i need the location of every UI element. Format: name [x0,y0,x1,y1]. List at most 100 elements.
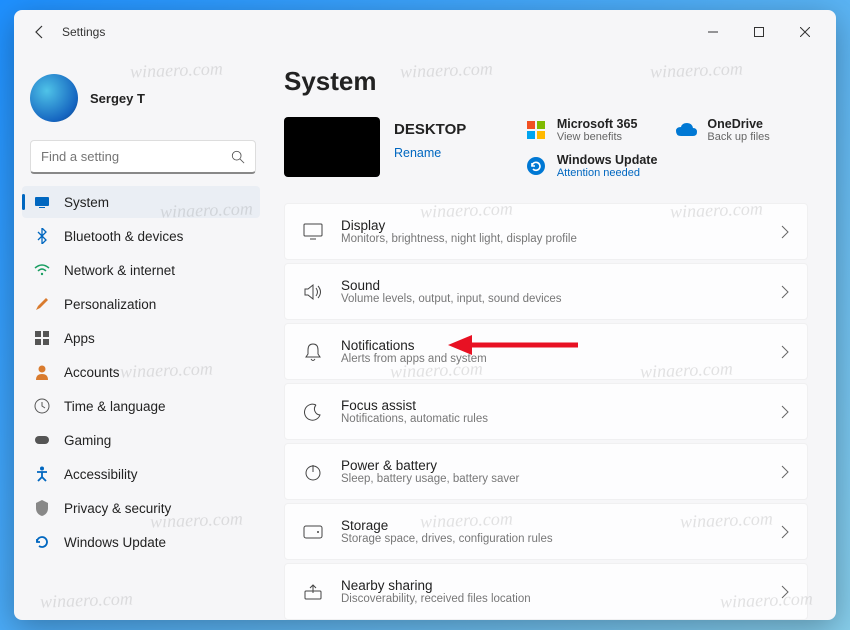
watermark: winaero.com [650,58,744,82]
search-input[interactable] [41,149,231,164]
minimize-button[interactable] [690,16,736,48]
card-title: Notifications [341,338,763,353]
card-sub: Notifications, automatic rules [341,413,763,425]
back-button[interactable] [30,22,50,42]
display-icon [34,194,50,210]
nav-label: Windows Update [64,535,166,550]
tile-title: Microsoft 365 [557,117,638,131]
watermark: winaero.com [420,508,514,532]
accessibility-icon [34,466,50,482]
nav-windows-update[interactable]: Windows Update [22,526,260,558]
maximize-button[interactable] [736,16,782,48]
speaker-icon [303,282,323,302]
rename-link[interactable]: Rename [394,146,466,160]
titlebar: Settings [14,10,836,54]
nav-label: Accessibility [64,467,138,482]
nav-label: Time & language [64,399,166,414]
nav-time-language[interactable]: Time & language [22,390,260,422]
shield-icon [34,500,50,516]
nav-label: Accounts [64,365,120,380]
chevron-right-icon [781,345,789,359]
update-circle-icon [525,155,547,177]
maximize-icon [754,27,764,37]
person-icon [34,364,50,380]
device-name: DESKTOP [394,121,466,138]
nav-network[interactable]: Network & internet [22,254,260,286]
close-icon [800,27,810,37]
drive-icon [303,522,323,542]
power-icon [303,462,323,482]
card-sub: Storage space, drives, configuration rul… [341,533,763,545]
moon-icon [303,402,323,422]
card-title: Nearby sharing [341,578,763,593]
monitor-icon [303,222,323,242]
bluetooth-icon [34,228,50,244]
main-panel: System DESKTOP Rename Microsoft 365View … [264,54,836,620]
tile-title: Windows Update [557,153,658,167]
brush-icon [34,296,50,312]
chevron-right-icon [781,285,789,299]
chevron-right-icon [781,225,789,239]
nav-label: Bluetooth & devices [64,229,183,244]
tile-sub: View benefits [557,131,638,143]
device-block: DESKTOP Rename [284,117,466,179]
nav-accessibility[interactable]: Accessibility [22,458,260,490]
nav-bluetooth[interactable]: Bluetooth & devices [22,220,260,252]
card-title: Focus assist [341,398,763,413]
ms365-icon [525,119,547,141]
minimize-icon [708,27,718,37]
card-title: Power & battery [341,458,763,473]
search-box[interactable] [30,140,256,174]
card-focus-assist[interactable]: Focus assistNotifications, automatic rul… [284,383,808,440]
wifi-icon [34,262,50,278]
apps-icon [34,330,50,346]
watermark: winaero.com [420,198,514,222]
nav-label: Apps [64,331,95,346]
nav-label: Personalization [64,297,156,312]
card-power[interactable]: Power & batterySleep, battery usage, bat… [284,443,808,500]
watermark: winaero.com [40,588,134,612]
watermark: winaero.com [130,58,224,82]
watermark: winaero.com [670,198,764,222]
tile-onedrive[interactable]: OneDriveBack up files [675,117,808,143]
card-sub: Discoverability, received files location [341,593,763,605]
close-button[interactable] [782,16,828,48]
window-title: Settings [62,25,105,39]
update-icon [34,534,50,550]
nav-label: System [64,195,109,210]
chevron-right-icon [781,465,789,479]
card-title: Sound [341,278,763,293]
tile-sub: Attention needed [557,167,658,179]
tile-windows-update[interactable]: Windows UpdateAttention needed [525,153,658,179]
watermark: winaero.com [390,358,484,382]
nav-personalization[interactable]: Personalization [22,288,260,320]
avatar [30,74,78,122]
watermark: winaero.com [160,198,254,222]
user-name: Sergey T [90,91,145,106]
chevron-right-icon [781,405,789,419]
watermark: winaero.com [720,588,814,612]
gamepad-icon [34,432,50,448]
sidebar: Sergey T System Bluetooth & devices Netw… [14,54,264,620]
arrow-left-icon [32,24,48,40]
settings-cards: DisplayMonitors, brightness, night light… [284,203,808,620]
tile-ms365[interactable]: Microsoft 365View benefits [525,117,658,143]
watermark: winaero.com [400,58,494,82]
card-sub: Volume levels, output, input, sound devi… [341,293,763,305]
card-sub: Monitors, brightness, night light, displ… [341,233,763,245]
share-icon [303,582,323,602]
nav-gaming[interactable]: Gaming [22,424,260,456]
tile-sub: Back up files [707,131,769,143]
chevron-right-icon [781,525,789,539]
nav-apps[interactable]: Apps [22,322,260,354]
card-sub: Sleep, battery usage, battery saver [341,473,763,485]
nav-label: Network & internet [64,263,175,278]
bell-icon [303,342,323,362]
nav-label: Gaming [64,433,111,448]
tile-title: OneDrive [707,117,769,131]
watermark: winaero.com [120,358,214,382]
cloud-icon [675,119,697,141]
search-icon [231,150,245,164]
card-sound[interactable]: SoundVolume levels, output, input, sound… [284,263,808,320]
device-image [284,117,380,177]
